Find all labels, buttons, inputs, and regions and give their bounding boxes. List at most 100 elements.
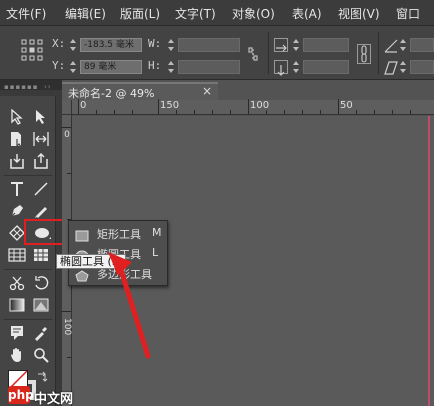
grid-tool-icon[interactable] — [30, 244, 52, 266]
constrain-proportions-icon[interactable] — [246, 46, 260, 62]
link-scale-icon[interactable] — [357, 44, 371, 64]
ruler-tick — [410, 110, 411, 114]
dock-grip-dots: ▪▪▪▪▪▪ — [4, 83, 39, 91]
flyout-item-shortcut: L — [152, 246, 159, 259]
scale-y-icon[interactable] — [274, 60, 288, 76]
ruler-tick — [96, 110, 97, 114]
gap-tool-icon[interactable] — [30, 128, 52, 150]
ruler-tick — [338, 99, 339, 114]
ruler-label: 0 — [80, 100, 87, 111]
content-collector-icon[interactable] — [6, 150, 28, 172]
close-tab-icon[interactable]: × — [202, 84, 212, 98]
ruler-tick — [320, 110, 321, 114]
flyout-item-shortcut: M — [152, 226, 162, 239]
rotate-field[interactable] — [410, 38, 434, 52]
w-stepper[interactable] — [168, 39, 174, 51]
hand-tool-icon[interactable] — [6, 344, 28, 366]
swap-fill-stroke-icon[interactable] — [36, 368, 48, 382]
ruler-label: 0 — [64, 130, 70, 140]
scale-y-field[interactable] — [303, 60, 349, 74]
control-panel: X: -183.5 毫米 Y: 89 毫米 W: H: — [0, 26, 434, 80]
ruler-tick — [374, 110, 375, 114]
ruler-tick — [284, 110, 285, 114]
selection-tool-icon[interactable] — [6, 106, 28, 128]
ruler-tick — [158, 99, 159, 114]
ruler-tick — [176, 110, 177, 114]
scissors-tool-icon[interactable] — [6, 272, 28, 294]
shear-angle-icon[interactable] — [384, 60, 398, 75]
flyout-item-rectangle[interactable]: 矩形工具 M — [69, 223, 169, 243]
table-tool-icon[interactable] — [6, 244, 28, 266]
ruler-tick — [61, 127, 71, 128]
ruler-tick — [212, 110, 213, 114]
ellipse-tool-highlight — [24, 219, 66, 245]
page-tool-icon[interactable] — [6, 128, 28, 150]
toolbar-divider — [4, 269, 52, 270]
horizontal-ruler[interactable]: 0 150 100 50 — [72, 99, 434, 115]
ruler-tick — [248, 99, 249, 114]
ruler-tick — [67, 173, 71, 174]
gradient-feather-tool-icon[interactable] — [30, 294, 52, 316]
ruler-tick — [266, 110, 267, 114]
toolbar-divider — [4, 319, 52, 320]
ruler-tick — [230, 110, 231, 114]
page-edge — [428, 116, 430, 406]
ruler-label: 50 — [340, 100, 353, 111]
ruler-origin[interactable] — [62, 100, 72, 115]
line-tool-icon[interactable] — [30, 178, 52, 200]
ruler-tick — [132, 110, 133, 114]
h-field[interactable] — [178, 60, 240, 74]
content-placer-icon[interactable] — [30, 150, 52, 172]
scale-y-stepper[interactable] — [293, 61, 299, 73]
y-stepper[interactable] — [70, 61, 76, 73]
scale-x-icon[interactable] — [274, 38, 288, 52]
ruler-tick — [78, 99, 79, 114]
ruler-tick — [302, 110, 303, 114]
y-label: Y: — [52, 59, 66, 72]
gradient-swatch-tool-icon[interactable] — [6, 294, 28, 316]
shape-tools-flyout: 矩形工具 M 椭圆工具 L 多边形工具 — [68, 220, 168, 286]
shear-stepper[interactable] — [400, 61, 406, 73]
menu-view[interactable]: 视图(V) — [338, 5, 380, 22]
y-field[interactable]: 89 毫米 — [80, 60, 142, 74]
menu-table[interactable]: 表(A) — [292, 5, 322, 22]
menu-window[interactable]: 窗口 — [396, 5, 420, 22]
rotate-angle-icon[interactable] — [384, 38, 398, 53]
rotate-tool-icon[interactable] — [30, 272, 52, 294]
watermark-text: 中文网 — [34, 392, 74, 406]
h-stepper[interactable] — [168, 61, 174, 73]
x-stepper[interactable] — [70, 39, 76, 51]
ruler-label: 100 — [62, 318, 72, 336]
direct-selection-tool-icon[interactable] — [30, 106, 52, 128]
ruler-tick — [67, 357, 71, 358]
menu-file[interactable]: 文件(F) — [6, 5, 46, 22]
rotate-stepper[interactable] — [400, 39, 406, 51]
document-tab-title: 未命名-2 @ 49% — [68, 87, 155, 100]
scale-x-stepper[interactable] — [293, 39, 299, 51]
type-tool-icon[interactable] — [6, 178, 28, 200]
shear-field[interactable] — [410, 60, 434, 74]
ruler-tick — [356, 110, 357, 114]
menu-type[interactable]: 文字(T) — [175, 5, 216, 22]
menu-object[interactable]: 对象(O) — [232, 5, 275, 22]
reference-point-icon[interactable] — [20, 38, 44, 62]
ruler-tick — [61, 311, 71, 312]
menu-edit[interactable]: 编辑(E) — [65, 5, 106, 22]
scale-x-field[interactable] — [303, 38, 349, 52]
dock-collapse-icon[interactable]: ›› — [44, 83, 52, 91]
note-tool-icon[interactable] — [6, 322, 28, 344]
x-field[interactable]: -183.5 毫米 — [80, 38, 142, 52]
ruler-tick — [194, 110, 195, 114]
w-field[interactable] — [178, 38, 240, 52]
zoom-tool-icon[interactable] — [30, 344, 52, 366]
x-label: X: — [52, 37, 66, 50]
ruler-tick — [392, 110, 393, 114]
w-label: W: — [148, 37, 162, 50]
watermark-logo: php — [8, 386, 34, 404]
tooltip: 椭圆工具 (L) — [56, 254, 127, 269]
eyedropper-tool-icon[interactable] — [30, 322, 52, 344]
ruler-tick — [114, 110, 115, 114]
document-tab[interactable]: 未命名-2 @ 49% × — [62, 82, 218, 100]
menu-layout[interactable]: 版面(L) — [120, 5, 160, 22]
dock-grip[interactable]: ▪▪▪▪▪▪ ›› — [0, 80, 62, 91]
